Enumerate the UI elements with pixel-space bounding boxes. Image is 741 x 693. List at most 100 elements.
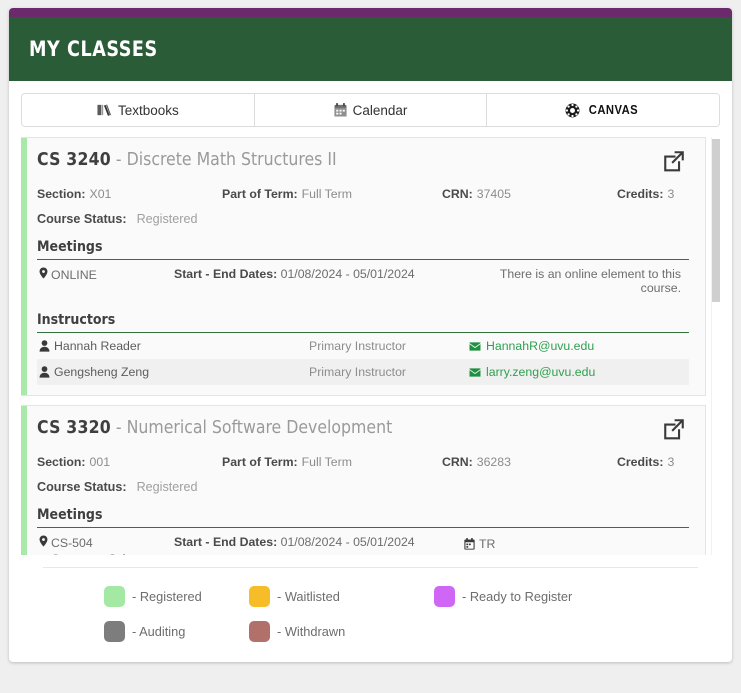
instructors-heading: Instructors <box>37 312 689 333</box>
envelope-icon <box>469 341 481 351</box>
section-value: X01 <box>89 187 112 201</box>
meeting-dates-value: 01/08/2024 - 05/01/2024 <box>280 535 415 549</box>
my-classes-panel: MY CLASSES Textbooks Calendar CANVAS CS … <box>9 8 732 662</box>
credits-value: 3 <box>667 187 675 201</box>
person-icon <box>39 340 50 352</box>
tab-calendar[interactable]: Calendar <box>254 94 488 126</box>
meeting-schedule: TR 4:00 PM - 5:15 PM <box>464 535 687 555</box>
crn-label: CRN: <box>442 455 473 469</box>
meeting-online-note: There is an online element to this cours… <box>499 267 681 295</box>
tab-canvas[interactable]: CANVAS <box>487 94 719 126</box>
section-label: Section: <box>37 455 86 469</box>
course-status-label: Course Status: <box>37 212 127 226</box>
instructor-name: Gengsheng Zeng <box>54 365 150 379</box>
meeting-dates-value: 01/08/2024 - 05/01/2024 <box>280 267 415 281</box>
course-status-value: Registered <box>136 212 198 226</box>
person-icon <box>39 366 50 378</box>
app-root: MY CLASSES Textbooks Calendar CANVAS CS … <box>0 0 741 693</box>
legend-swatch-withdrawn <box>249 621 270 642</box>
map-pin-icon <box>39 535 48 547</box>
course-card[interactable]: CS 3320 - Numerical Software Development <box>21 405 706 555</box>
legend-label-withdrawn: - Withdrawn <box>277 624 346 639</box>
legend-item-withdrawn: - Withdrawn <box>249 621 434 642</box>
legend-item-ready-to-register: - Ready to Register <box>434 586 634 607</box>
page-header: MY CLASSES <box>9 17 732 81</box>
meeting-row: ONLINE Start - End Dates: 01/08/2024 - 0… <box>37 260 689 299</box>
course-status-label: Course Status: <box>37 480 127 494</box>
crn-field: CRN: 36283 <box>442 455 617 469</box>
open-external-link-button[interactable] <box>659 148 689 178</box>
meeting-dates-label: Start - End Dates: <box>174 267 278 281</box>
instructor-name-cell: Gengsheng Zeng <box>39 365 309 379</box>
course-card[interactable]: CS 3240 - Discrete Math Structures II Se… <box>21 137 706 396</box>
meeting-dates: Start - End Dates: 01/08/2024 - 05/01/20… <box>174 267 464 295</box>
legend-row: - Auditing - Withdrawn <box>9 621 732 642</box>
course-status-value: Registered <box>136 480 198 494</box>
course-name: Discrete Math Structures II <box>126 150 337 170</box>
course-code: CS 3240 <box>37 150 111 170</box>
instructor-email-link[interactable]: larry.zeng@uvu.edu <box>486 365 595 379</box>
calendar-icon <box>334 103 347 117</box>
credits-label: Credits: <box>617 455 664 469</box>
meeting-time: 4:00 PM - 5:15 PM <box>479 553 582 555</box>
page-title: MY CLASSES <box>29 37 158 61</box>
section-value: 001 <box>89 455 111 469</box>
instructor-name-cell: Hannah Reader <box>39 339 309 353</box>
part-of-term-field: Part of Term: Full Term <box>222 187 442 201</box>
crn-value: 37405 <box>476 187 511 201</box>
meeting-dates: Start - End Dates: 01/08/2024 - 05/01/20… <box>174 535 464 555</box>
tab-textbooks-label: Textbooks <box>117 102 179 118</box>
course-name: Numerical Software Development <box>126 418 393 438</box>
course-meta-row: Section: X01 Part of Term: Full Term CRN… <box>37 187 689 201</box>
part-of-term-field: Part of Term: Full Term <box>222 455 442 469</box>
instructor-row: Gengsheng Zeng Primary Instructor larry.… <box>37 359 689 385</box>
credits-value: 3 <box>667 455 675 469</box>
course-title: CS 3240 - Discrete Math Structures II <box>37 150 337 170</box>
tab-textbooks[interactable]: Textbooks <box>22 94 255 126</box>
part-of-term-value: Full Term <box>301 187 352 201</box>
courses-scroll-area: CS 3240 - Discrete Math Structures II Se… <box>21 137 720 555</box>
course-title: CS 3320 - Numerical Software Development <box>37 418 392 438</box>
legend-label-ready-to-register: - Ready to Register <box>462 589 573 604</box>
course-meta-row: Section: 001 Part of Term: Full Term CRN… <box>37 455 689 469</box>
instructor-email-cell: larry.zeng@uvu.edu <box>469 365 595 379</box>
credits-field: Credits: 3 <box>617 455 674 469</box>
tab-calendar-label: Calendar <box>352 102 408 118</box>
instructor-role: Primary Instructor <box>309 339 407 353</box>
crn-label: CRN: <box>442 187 473 201</box>
course-title-dash: - <box>115 418 122 438</box>
legend-swatch-auditing <box>104 621 125 642</box>
envelope-icon <box>469 367 481 377</box>
part-of-term-value: Full Term <box>301 455 352 469</box>
meeting-location-line1: CS-504 <box>51 536 93 550</box>
meeting-dates-label: Start - End Dates: <box>174 535 278 549</box>
scrollbar-track[interactable] <box>711 137 720 555</box>
legend-label-registered: - Registered <box>132 589 202 604</box>
meeting-location: ONLINE <box>39 267 174 295</box>
section-label: Section: <box>37 187 86 201</box>
courses-list: CS 3240 - Discrete Math Structures II Se… <box>21 137 720 555</box>
legend-swatch-ready-to-register <box>434 586 455 607</box>
course-status-row: Course Status: Registered <box>37 480 689 494</box>
meeting-location-text: ONLINE <box>51 268 97 282</box>
meeting-location-text: CS-504Computer ScienceBuilding <box>51 535 152 555</box>
legend-label-waitlisted: - Waitlisted <box>277 589 340 604</box>
meeting-days-row: TR <box>464 535 687 553</box>
course-title-dash: - <box>115 150 122 170</box>
open-external-link-button[interactable] <box>659 416 689 446</box>
section-field: Section: 001 <box>37 455 222 469</box>
instructor-email-cell: HannahR@uvu.edu <box>469 339 594 353</box>
legend-item-waitlisted: - Waitlisted <box>249 586 434 607</box>
instructor-email-link[interactable]: HannahR@uvu.edu <box>486 339 594 353</box>
meeting-location-line2: Computer Science <box>51 552 152 555</box>
scrollbar-thumb[interactable] <box>712 139 720 302</box>
course-code: CS 3320 <box>37 418 111 438</box>
instructor-name: Hannah Reader <box>54 339 141 353</box>
tab-canvas-label: CANVAS <box>588 103 639 117</box>
accent-strip <box>9 8 732 17</box>
course-card-header: CS 3240 - Discrete Math Structures II <box>37 150 689 178</box>
meeting-days: TR <box>479 537 496 551</box>
legend-swatch-waitlisted <box>249 586 270 607</box>
meeting-location: CS-504Computer ScienceBuilding <box>39 535 174 555</box>
legend-item-registered: - Registered <box>9 586 249 607</box>
